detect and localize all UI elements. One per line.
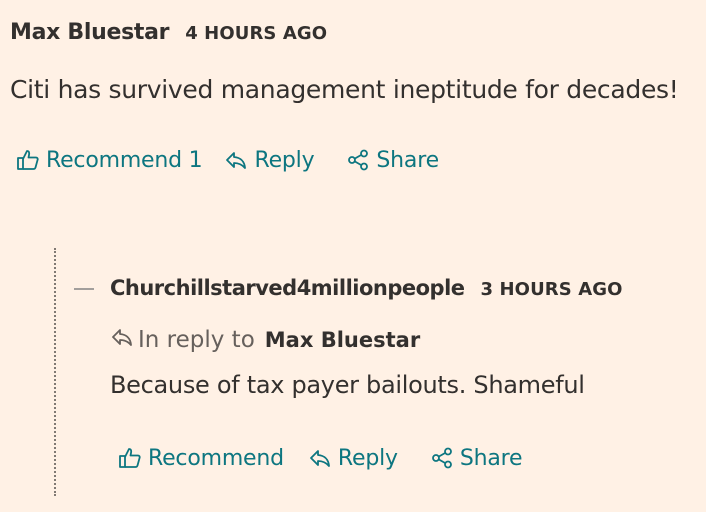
comment: Max Bluestar 4 HOURS AGO Citi has surviv… <box>10 20 700 176</box>
comment-timestamp: 4 HOURS AGO <box>185 23 328 44</box>
share-label: Share <box>376 147 439 173</box>
comment-actions: Recommend 1 Reply Share <box>10 144 700 176</box>
reply-label: Reply <box>337 445 398 471</box>
share-button[interactable]: Share <box>346 148 439 173</box>
recommend-label: Recommend 1 <box>46 147 203 173</box>
reply-button[interactable]: Reply <box>308 446 398 471</box>
share-label: Share <box>459 445 523 471</box>
comment-author[interactable]: Max Bluestar <box>10 20 169 45</box>
reply-arrow-icon <box>308 446 332 470</box>
comment-author[interactable]: Churchillstarved4millionpeople <box>110 276 465 300</box>
comment-meta: Max Bluestar 4 HOURS AGO <box>10 20 700 56</box>
reply-label: Reply <box>254 147 315 173</box>
thread-line <box>54 248 56 496</box>
comment-text: Because of tax payer bailouts. Shameful <box>110 371 585 399</box>
recommend-button[interactable]: Recommend 1 <box>16 147 203 173</box>
reply-comment: Churchillstarved4millionpeople 3 HOURS A… <box>110 276 700 474</box>
comment-actions: Recommend Reply Share <box>110 442 700 474</box>
comment-timestamp: 3 HOURS AGO <box>480 279 623 300</box>
recommend-label: Recommend <box>148 445 284 471</box>
reply-button[interactable]: Reply <box>224 147 315 173</box>
collapse-reply-toggle[interactable] <box>74 288 94 290</box>
recommend-button[interactable]: Recommend <box>118 446 284 471</box>
in-reply-to-author[interactable]: Max Bluestar <box>265 328 420 352</box>
in-reply-to-label: In reply to <box>138 327 255 353</box>
thumbs-up-icon <box>118 446 142 470</box>
in-reply-to: In reply to Max Bluestar <box>110 324 700 356</box>
share-icon <box>430 446 454 470</box>
comment-text: Citi has survived management ineptitude … <box>10 75 679 104</box>
reply-arrow-icon <box>110 325 134 355</box>
share-button[interactable]: Share <box>430 446 523 471</box>
thumbs-up-icon <box>16 148 40 172</box>
share-icon <box>346 148 370 172</box>
comment-meta: Churchillstarved4millionpeople 3 HOURS A… <box>110 276 700 312</box>
reply-arrow-icon <box>224 148 248 172</box>
